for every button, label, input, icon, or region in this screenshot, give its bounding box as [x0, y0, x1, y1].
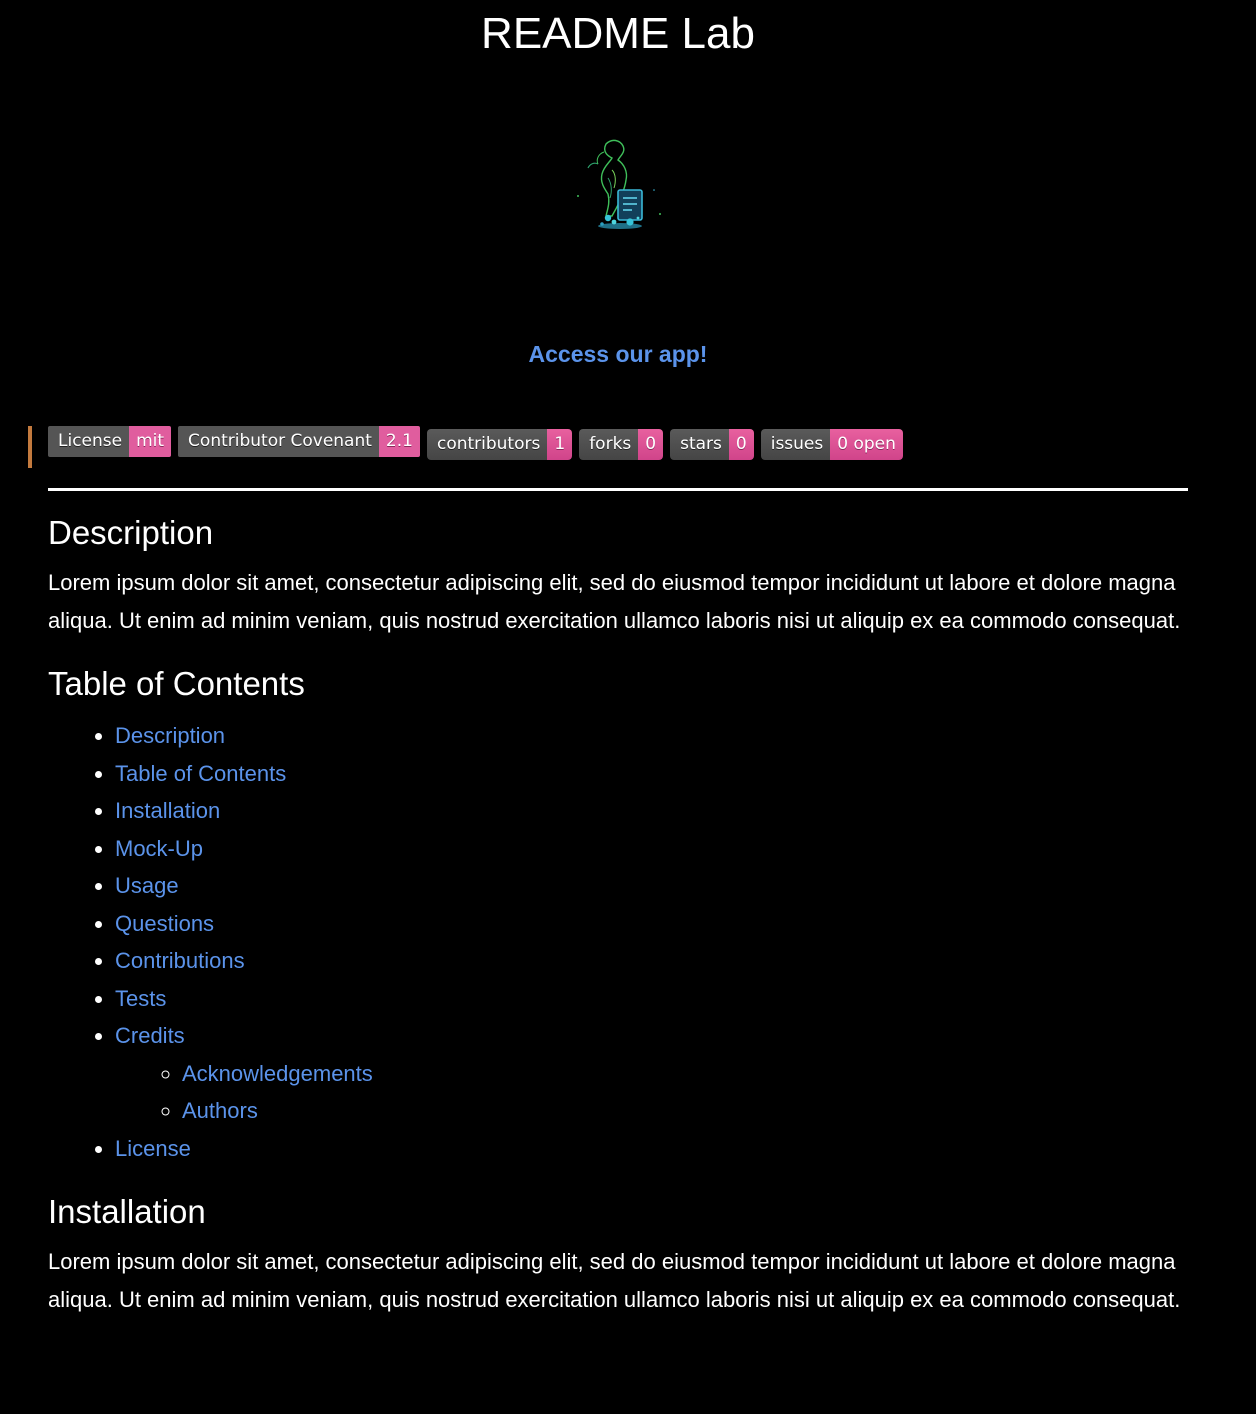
toc-item-questions: Questions	[115, 905, 1188, 943]
toc-link-authors[interactable]: Authors	[182, 1098, 258, 1123]
badge-value: 2.1	[378, 426, 420, 457]
contributor-covenant-badge[interactable]: Contributor Covenant 2.1	[178, 426, 420, 457]
horizontal-rule	[48, 488, 1188, 491]
toc-item-authors: Authors	[182, 1092, 1188, 1130]
toc-link-license[interactable]: License	[115, 1136, 191, 1161]
toc-item-tests: Tests	[115, 980, 1188, 1018]
toc-link-acknowledgements[interactable]: Acknowledgements	[182, 1061, 373, 1086]
toc-item-credits: Credits Acknowledgements Authors	[115, 1017, 1188, 1130]
readme-page: README Lab Access our app! License mit C…	[0, 0, 1256, 1414]
badge-label: Contributor Covenant	[178, 426, 379, 457]
toc-list: Description Table of Contents Installati…	[48, 717, 1188, 1167]
badge-value: 1	[547, 429, 573, 460]
toc-item-license: License	[115, 1130, 1188, 1168]
issues-badge[interactable]: issues 0 open	[760, 429, 903, 460]
badge-value: 0	[728, 429, 754, 460]
installation-heading: Installation	[48, 1193, 206, 1230]
badge-value: 0	[638, 429, 664, 460]
installation-text: Lorem ipsum dolor sit amet, consectetur …	[48, 1249, 1181, 1312]
toc-item-installation: Installation	[115, 792, 1188, 830]
readme-lab-logo-icon	[568, 134, 668, 234]
contributors-badge[interactable]: contributors 1	[426, 429, 573, 460]
badge-label: License	[48, 426, 130, 457]
badge-label: forks	[579, 429, 639, 460]
toc-sublist-credits: Acknowledgements Authors	[115, 1055, 1188, 1130]
license-badge[interactable]: License mit	[48, 426, 172, 457]
page-title: README Lab	[481, 9, 755, 58]
toc-item-mock-up: Mock-Up	[115, 830, 1188, 868]
badge-label: contributors	[426, 429, 548, 460]
description-text: Lorem ipsum dolor sit amet, consectetur …	[48, 570, 1181, 633]
toc-link-usage[interactable]: Usage	[115, 873, 179, 898]
toc-item-usage: Usage	[115, 867, 1188, 905]
readme-content: Description Lorem ipsum dolor sit amet, …	[48, 512, 1188, 1318]
toc-link-tests[interactable]: Tests	[115, 986, 166, 1011]
toc-item-table-of-contents: Table of Contents	[115, 755, 1188, 793]
forks-badge[interactable]: forks 0	[579, 429, 664, 460]
toc-link-description[interactable]: Description	[115, 723, 225, 748]
access-app-link[interactable]: Access our app!	[0, 338, 1236, 370]
toc-heading: Table of Contents	[48, 665, 305, 702]
badge-label: stars	[670, 429, 729, 460]
toc-link-questions[interactable]: Questions	[115, 911, 214, 936]
toc-link-mock-up[interactable]: Mock-Up	[115, 836, 203, 861]
description-heading: Description	[48, 514, 214, 551]
toc-link-contributions[interactable]: Contributions	[115, 948, 245, 973]
stars-badge[interactable]: stars 0	[670, 429, 754, 460]
toc-link-credits[interactable]: Credits	[115, 1023, 185, 1048]
badges-blockquote: License mit Contributor Covenant 2.1 con…	[28, 426, 910, 468]
toc-item-contributions: Contributions	[115, 942, 1188, 980]
badge-value: mit	[129, 426, 172, 457]
toc-link-table-of-contents[interactable]: Table of Contents	[115, 761, 286, 786]
toc-link-installation[interactable]: Installation	[115, 798, 220, 823]
toc-item-description: Description	[115, 717, 1188, 755]
badge-value: 0 open	[830, 429, 903, 460]
badge-label: issues	[760, 429, 831, 460]
toc-item-acknowledgements: Acknowledgements	[182, 1055, 1188, 1093]
